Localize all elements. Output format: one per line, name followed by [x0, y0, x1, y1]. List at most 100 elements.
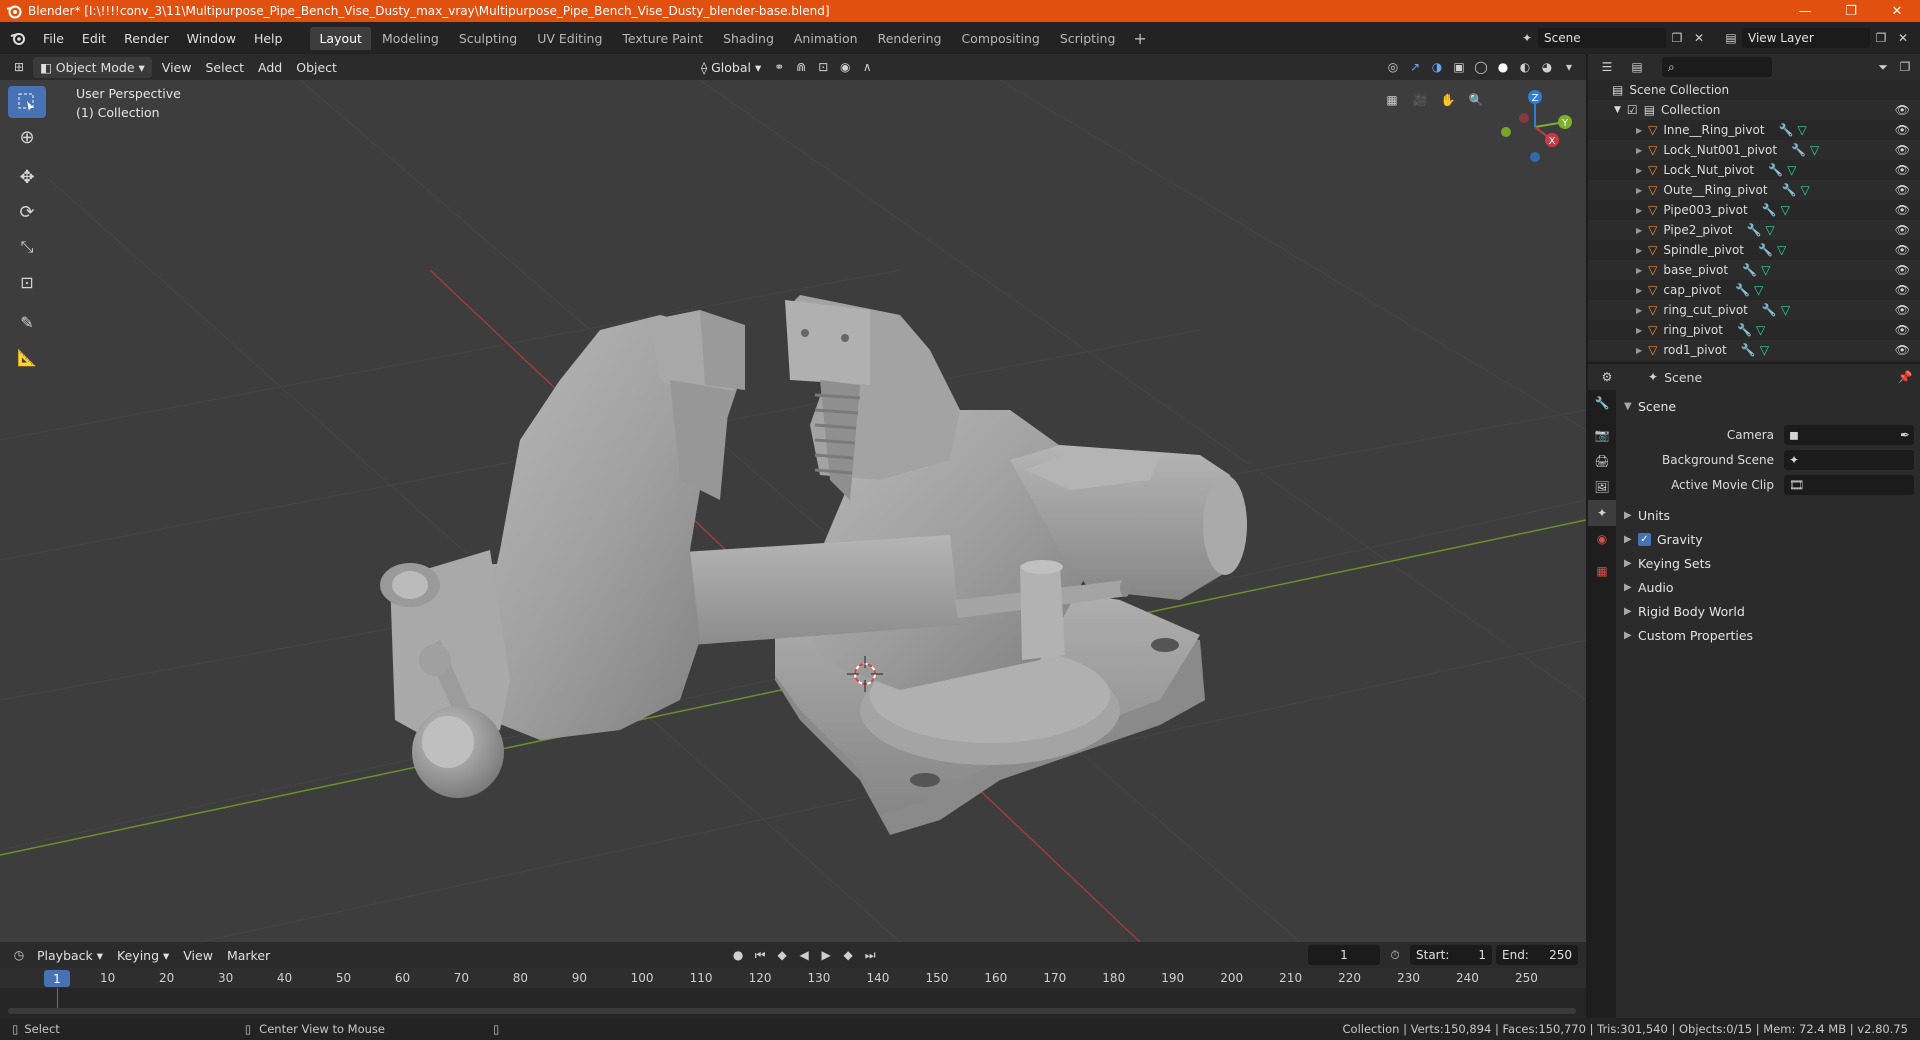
collection-checkbox-icon[interactable]: ☑	[1627, 103, 1638, 117]
eye-icon[interactable]: 👁	[1895, 243, 1910, 257]
world-tab[interactable]: ◉	[1588, 526, 1616, 552]
texture-tab[interactable]: ▦	[1588, 558, 1616, 584]
delete-scene-icon[interactable]: ✕	[1688, 28, 1710, 48]
outliner-object-row[interactable]: ▶ ▽ Spindle_pivot 🔧 ▽ 👁	[1588, 240, 1920, 260]
menu-window[interactable]: Window	[178, 31, 245, 46]
eye-icon[interactable]: 👁	[1895, 183, 1910, 197]
scene-tab[interactable]: ✦	[1588, 500, 1616, 526]
modifier-icon[interactable]: 🔧	[1742, 263, 1757, 277]
rendered-shading-icon[interactable]: ◕	[1536, 57, 1558, 77]
outliner-object-row[interactable]: ▶ ▽ base_pivot 🔧 ▽ 👁	[1588, 260, 1920, 280]
select-box-tool[interactable]	[8, 86, 46, 118]
scene-icon[interactable]: ✦	[1516, 28, 1538, 48]
modifier-icon[interactable]: 🔧	[1737, 323, 1752, 337]
shading-options-icon[interactable]: ▾	[1558, 57, 1580, 77]
menu-object[interactable]: Object	[289, 57, 344, 78]
tab-rendering[interactable]: Rendering	[869, 27, 951, 50]
stopwatch-icon[interactable]: ⏱	[1384, 945, 1406, 965]
tab-sculpting[interactable]: Sculpting	[450, 27, 526, 50]
mesh-data-icon[interactable]: ▽	[1800, 183, 1809, 197]
outliner-object-row[interactable]: ▶ ▽ ring_cut_pivot 🔧 ▽ 👁	[1588, 300, 1920, 320]
minimize-button[interactable]: —	[1782, 0, 1828, 22]
tab-texture-paint[interactable]: Texture Paint	[613, 27, 712, 50]
falloff-icon[interactable]: ∧	[856, 57, 878, 77]
outliner-object-row[interactable]: ▶ ▽ Lock_Nut_pivot 🔧 ▽ 👁	[1588, 160, 1920, 180]
new-collection-icon[interactable]: ❐	[1894, 57, 1916, 77]
tool-tab[interactable]: 🔧	[1588, 390, 1616, 416]
modifier-icon[interactable]: 🔧	[1741, 343, 1756, 357]
view-layer-tab[interactable]: 🖼	[1588, 474, 1616, 500]
menu-render[interactable]: Render	[115, 31, 178, 46]
expand-icon[interactable]: ▶	[1636, 126, 1642, 135]
menu-add[interactable]: Add	[251, 57, 289, 78]
camera-field[interactable]: ◼ ✒	[1784, 424, 1914, 445]
expand-icon[interactable]: ▶	[1636, 326, 1642, 335]
menu-keying[interactable]: Keying ▾	[110, 945, 176, 966]
add-workspace-button[interactable]: +	[1125, 29, 1154, 48]
prev-keyframe-icon[interactable]: ◆	[771, 945, 793, 965]
delete-view-layer-icon[interactable]: ✕	[1892, 28, 1914, 48]
outliner-object-row[interactable]: ▶ ▽ cap_pivot 🔧 ▽ 👁	[1588, 280, 1920, 300]
tab-layout[interactable]: Layout	[310, 26, 371, 50]
rotate-tool[interactable]: ⟳	[8, 196, 46, 228]
custom-properties-panel[interactable]: ▶ Custom Properties	[1624, 623, 1914, 647]
eye-icon[interactable]: 👁	[1895, 323, 1910, 337]
next-keyframe-icon[interactable]: ◆	[837, 945, 859, 965]
mesh-data-icon[interactable]: ▽	[1781, 303, 1790, 317]
wireframe-shading-icon[interactable]: ◯	[1470, 57, 1492, 77]
jump-start-icon[interactable]: ⏮	[749, 945, 771, 965]
expand-icon[interactable]: ▶	[1636, 286, 1642, 295]
movie-clip-field[interactable]: 🎞	[1784, 474, 1914, 495]
units-panel[interactable]: ▶ Units	[1624, 503, 1914, 527]
keying-sets-panel[interactable]: ▶ Keying Sets	[1624, 551, 1914, 575]
eye-icon[interactable]: 👁	[1895, 223, 1910, 237]
eye-icon[interactable]: 👁	[1895, 123, 1910, 137]
gravity-panel[interactable]: ▶ ✓ Gravity	[1624, 527, 1914, 551]
measure-tool[interactable]: 📐	[8, 341, 46, 373]
eye-icon[interactable]: 👁	[1895, 303, 1910, 317]
xray-icon[interactable]: ▣	[1448, 57, 1470, 77]
transform-orientation-dropdown[interactable]: ⟠ Global ▾	[694, 57, 768, 78]
eye-icon[interactable]: 👁	[1895, 283, 1910, 297]
expand-icon[interactable]: ▶	[1636, 186, 1642, 195]
tab-shading[interactable]: Shading	[714, 27, 783, 50]
expand-icon[interactable]: ▶	[1636, 306, 1642, 315]
mesh-data-icon[interactable]: ▽	[1781, 203, 1790, 217]
eye-icon[interactable]: 👁	[1895, 343, 1910, 357]
zoom-icon[interactable]: 🔍	[1465, 90, 1487, 110]
3d-viewport[interactable]: ⊕ ✥ ⟳ ⤡ ⊡ ✎ 📐 User Perspective (1) Colle…	[0, 80, 1586, 942]
audio-panel[interactable]: ▶ Audio	[1624, 575, 1914, 599]
material-shading-icon[interactable]: ◐	[1514, 57, 1536, 77]
transform-tool[interactable]: ⊡	[8, 266, 46, 298]
gizmo-neg-y-icon[interactable]	[1501, 127, 1511, 137]
perspective-toggle-icon[interactable]: ▦	[1381, 90, 1403, 110]
expand-icon[interactable]: ▶	[1636, 266, 1642, 275]
modifier-icon[interactable]: 🔧	[1762, 303, 1777, 317]
mesh-data-icon[interactable]: ▽	[1787, 163, 1796, 177]
bench-vise-model[interactable]	[380, 295, 1247, 835]
filter-icon[interactable]: ⏷	[1872, 57, 1894, 77]
gravity-checkbox[interactable]: ✓	[1638, 532, 1651, 546]
view-layer-icon[interactable]: ▤	[1720, 28, 1742, 48]
mesh-data-icon[interactable]: ▽	[1777, 243, 1786, 257]
display-mode-icon[interactable]: ▤	[1626, 57, 1648, 77]
current-frame-field[interactable]: 1	[1308, 945, 1380, 965]
navigation-gizmo[interactable]: Z Y X	[1490, 82, 1580, 172]
eye-icon[interactable]: 👁	[1895, 103, 1910, 117]
snap-target-icon[interactable]: ⊡	[812, 57, 834, 77]
current-frame-marker[interactable]: 1	[44, 970, 70, 987]
outliner-object-row[interactable]: ▶ ▽ Pipe003_pivot 🔧 ▽ 👁	[1588, 200, 1920, 220]
record-icon[interactable]: ●	[727, 945, 749, 965]
modifier-icon[interactable]: 🔧	[1768, 163, 1783, 177]
timeline[interactable]: 1 10 20 30 40 50 60 70 80 90 100 110 120 130 140 150 160…	[0, 968, 1586, 1018]
modifier-icon[interactable]: 🔧	[1758, 243, 1773, 257]
eye-icon[interactable]: 👁	[1895, 143, 1910, 157]
jump-end-icon[interactable]: ⏭	[859, 945, 881, 965]
tab-compositing[interactable]: Compositing	[952, 27, 1048, 50]
solid-shading-icon[interactable]: ●	[1492, 57, 1514, 77]
expand-icon[interactable]: ▶	[1636, 246, 1642, 255]
view-layer-selector[interactable]: View Layer	[1742, 28, 1870, 48]
eye-icon[interactable]: 👁	[1895, 203, 1910, 217]
gizmo-toggle-icon[interactable]: ↗	[1404, 57, 1426, 77]
eyedropper-icon[interactable]: ✒	[1900, 428, 1910, 442]
